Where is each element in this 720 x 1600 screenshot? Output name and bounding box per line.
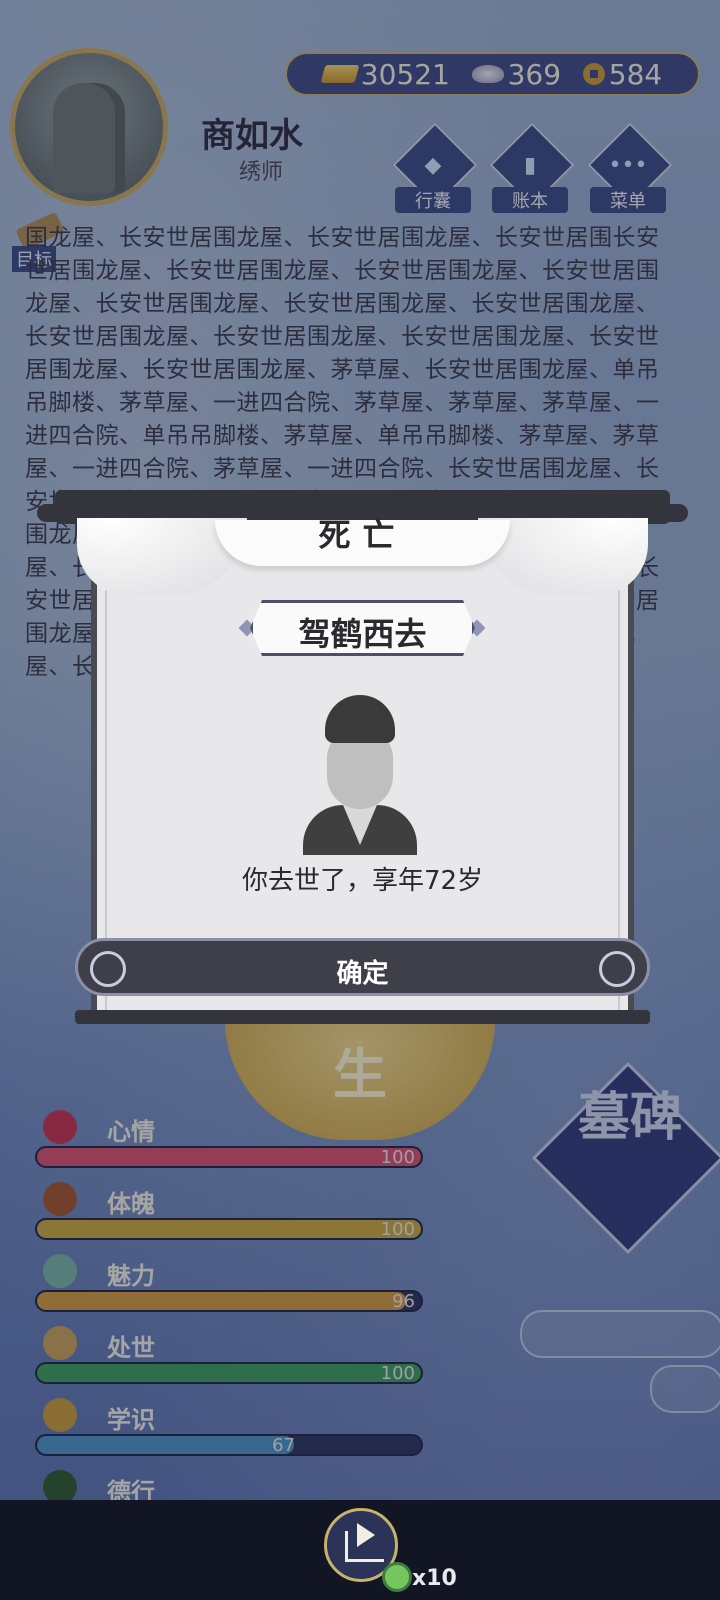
death-message: 你去世了，享年72岁 bbox=[241, 866, 484, 896]
death-modal: 死亡 驾鹤西去 你去世了，享年72岁 确定 bbox=[37, 490, 688, 1050]
modal-title: 死亡 bbox=[318, 516, 407, 554]
jade-icon bbox=[382, 1562, 412, 1592]
character-portrait bbox=[295, 695, 425, 855]
confirm-button[interactable]: 确定 bbox=[75, 938, 650, 996]
share-multiplier: x10 bbox=[412, 1566, 457, 1591]
confirm-label: 确定 bbox=[336, 959, 389, 989]
cloud-ornament-icon bbox=[599, 951, 635, 987]
death-banner: 驾鹤西去 bbox=[250, 600, 475, 656]
modal-bottom-beam bbox=[75, 1010, 650, 1024]
banner-text: 驾鹤西去 bbox=[298, 615, 427, 653]
